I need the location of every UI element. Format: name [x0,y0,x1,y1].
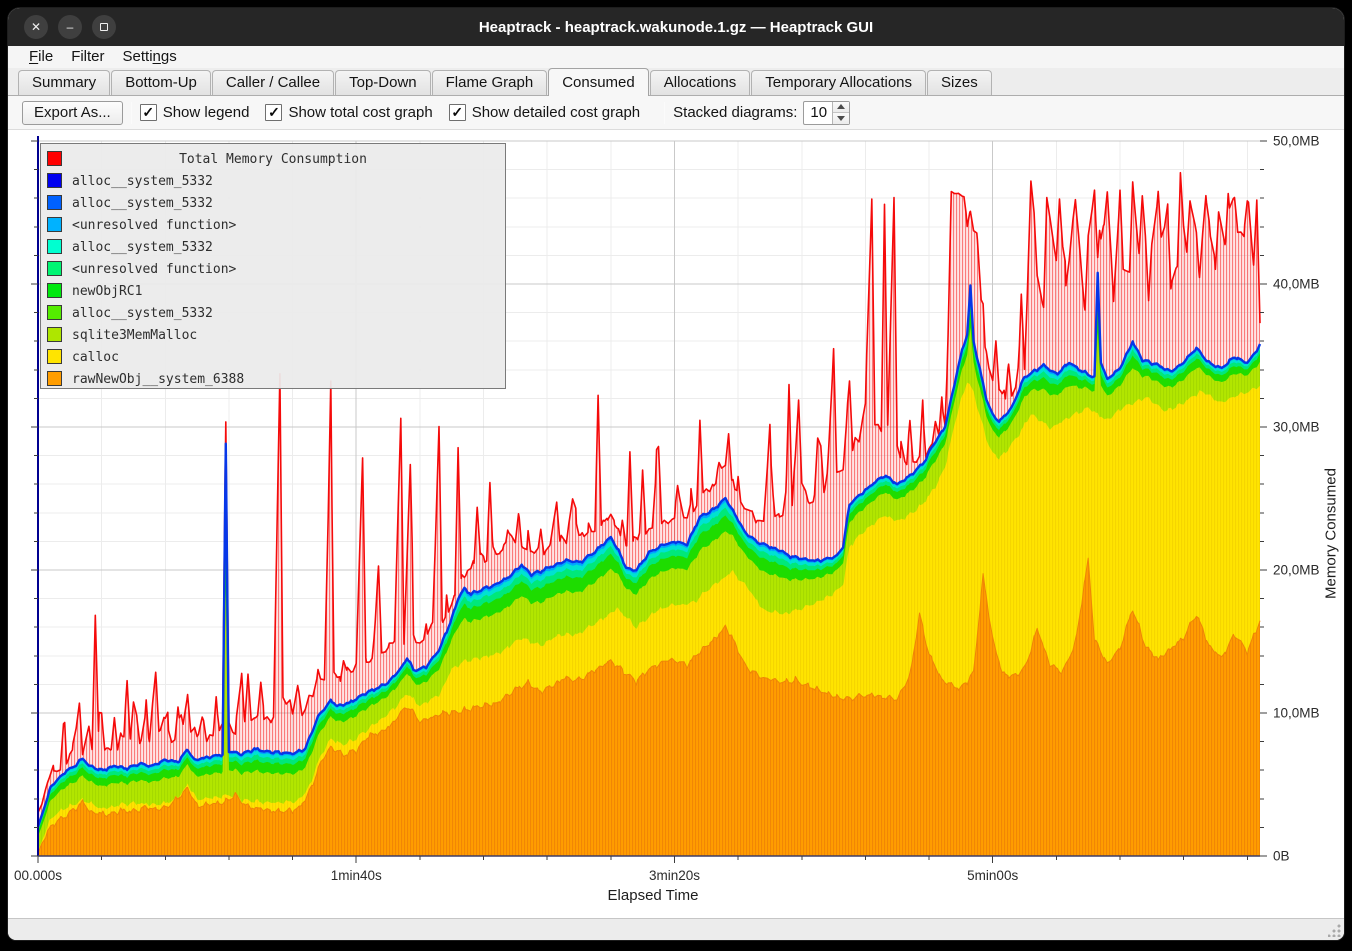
legend-swatch [47,173,62,188]
legend-item: calloc [41,346,505,368]
x-tick-label: 1min40s [331,868,382,883]
x-tick-label: 00.000s [14,868,62,883]
legend-label: sqlite3MemMalloc [72,328,197,343]
spinner-arrows [832,102,849,124]
y-tick-label: 40,0MB [1273,277,1320,292]
window-title: Heaptrack - heaptrack.wakunode.1.gz — He… [8,19,1344,36]
minimize-button[interactable]: – [58,15,82,39]
title-bar[interactable]: ✕ – Heaptrack - heaptrack.wakunode.1.gz —… [8,8,1344,46]
legend-label: Total Memory Consumption [179,152,367,167]
status-bar [8,918,1344,940]
legend-label: alloc__system_5332 [72,196,213,211]
legend-swatch [47,349,62,364]
consumed-chart-panel: 00.000s 1min40s 3min20s 5min00s 0B 10,0MB 20,0… [8,130,1344,918]
legend-swatch [47,151,62,166]
chart-legend: Total Memory Consumption alloc__system_53… [40,143,506,389]
checkbox-show-total-cost-graph[interactable]: ✓ Show total cost graph [265,104,432,121]
maximize-icon [100,23,108,31]
toolbar-separator [131,102,132,124]
close-icon: ✕ [31,21,41,33]
legend-swatch [47,283,62,298]
legend-swatch [47,371,62,386]
spinner-down-button[interactable] [833,113,849,124]
menu-bar: FileFilterSettings [8,46,1344,68]
legend-label: alloc__system_5332 [72,306,213,321]
chevron-down-icon [837,116,845,121]
legend-item: alloc__system_5332 [41,302,505,324]
checkbox-label: Show detailed cost graph [472,104,640,121]
spinner-up-button[interactable] [833,102,849,114]
legend-item: alloc__system_5332 [41,192,505,214]
legend-label: rawNewObj__system_6388 [72,372,244,387]
menu-filter[interactable]: Filter [62,46,113,68]
legend-swatch [47,195,62,210]
legend-swatch [47,327,62,342]
legend-item: rawNewObj__system_6388 [41,368,505,390]
legend-item: sqlite3MemMalloc [41,324,505,346]
legend-swatch [47,261,62,276]
tab-bar: SummaryBottom-UpCaller / CalleeTop-DownF… [8,68,1344,96]
legend-item: <unresolved function> [41,258,505,280]
checkbox-show-detailed-cost-graph[interactable]: ✓ Show detailed cost graph [449,104,640,121]
legend-item: alloc__system_5332 [41,236,505,258]
legend-item: <unresolved function> [41,214,505,236]
minimize-icon: – [67,21,74,33]
legend-item: Total Memory Consumption [41,148,505,170]
tab-flame-graph[interactable]: Flame Graph [432,70,548,95]
tab-sizes[interactable]: Sizes [927,70,992,95]
stacked-diagrams-label: Stacked diagrams: [673,104,797,121]
checkmark-icon: ✓ [140,104,157,121]
menu-settings[interactable]: Settings [114,46,186,68]
tab-allocations[interactable]: Allocations [650,70,751,95]
y-axis-title: Memory Consumed [1323,424,1340,644]
tab-temporary-allocations[interactable]: Temporary Allocations [751,70,926,95]
tab-top-down[interactable]: Top-Down [335,70,431,95]
export-as-button[interactable]: Export As... [22,101,123,125]
y-tick-label: 30,0MB [1273,420,1320,435]
resize-grip-icon[interactable] [1328,924,1341,937]
checkbox-show-legend[interactable]: ✓ Show legend [140,104,250,121]
legend-swatch [47,217,62,232]
legend-label: <unresolved function> [72,262,236,277]
y-tick-label: 0B [1273,849,1290,864]
legend-label: alloc__system_5332 [72,174,213,189]
checkbox-label: Show total cost graph [288,104,432,121]
tab-bottom-up[interactable]: Bottom-Up [111,70,211,95]
toolbar-separator [664,102,665,124]
legend-label: newObjRC1 [72,284,142,299]
legend-item: newObjRC1 [41,280,505,302]
y-tick-label: 50,0MB [1273,134,1320,149]
heaptrack-window: ✕ – Heaptrack - heaptrack.wakunode.1.gz —… [8,8,1344,940]
tab-caller-callee[interactable]: Caller / Callee [212,70,334,95]
legend-swatch [47,305,62,320]
legend-label: <unresolved function> [72,218,236,233]
legend-label: calloc [72,350,119,365]
close-button[interactable]: ✕ [24,15,48,39]
x-axis-title: Elapsed Time [8,887,1298,904]
toolbar: Export As... ✓ Show legend ✓ Show total cos… [8,96,1344,130]
tab-summary[interactable]: Summary [18,70,110,95]
tab-consumed[interactable]: Consumed [548,68,649,96]
checkmark-icon: ✓ [265,104,282,121]
checkmark-icon: ✓ [449,104,466,121]
legend-item: alloc__system_5332 [41,170,505,192]
x-tick-label: 3min20s [649,868,700,883]
legend-label: alloc__system_5332 [72,240,213,255]
stacked-diagrams-spinner[interactable]: 10 [803,101,850,125]
checkbox-label: Show legend [163,104,250,121]
stacked-diagrams-value: 10 [804,102,832,124]
menu-file[interactable]: File [20,46,62,68]
y-tick-label: 10,0MB [1273,706,1320,721]
y-tick-label: 20,0MB [1273,563,1320,578]
chevron-up-icon [837,104,845,109]
legend-swatch [47,239,62,254]
maximize-button[interactable] [92,15,116,39]
x-tick-label: 5min00s [967,868,1018,883]
